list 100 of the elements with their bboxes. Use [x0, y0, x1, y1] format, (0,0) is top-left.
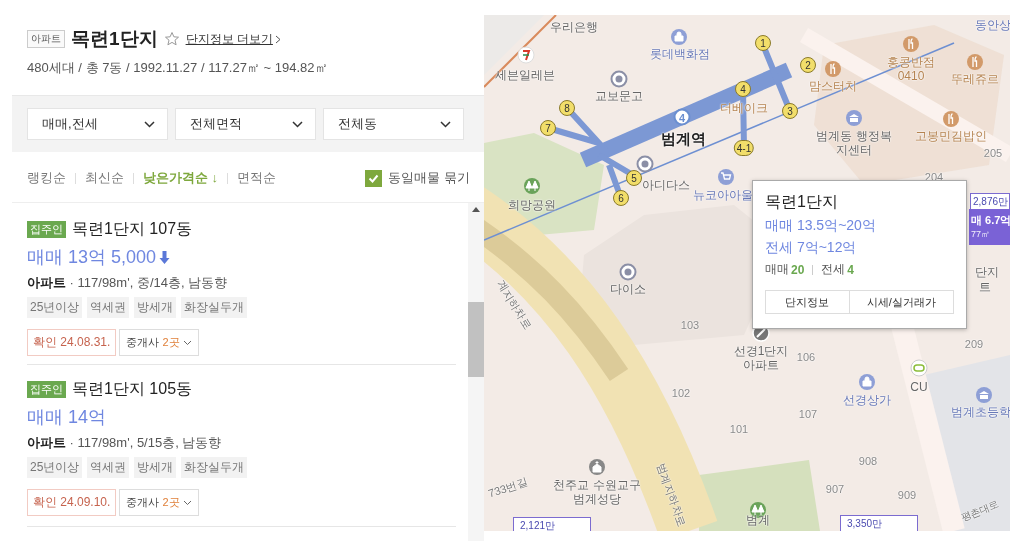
building-icon	[845, 109, 863, 127]
place-label: 동안상	[975, 17, 1010, 33]
building-number: 107	[798, 408, 818, 422]
agents-count: 2곳	[162, 335, 180, 350]
type-badge: 아파트	[27, 30, 65, 48]
agents-label: 중개사	[126, 335, 160, 350]
count-value: 4	[847, 262, 855, 277]
place-label: 단지	[975, 264, 999, 280]
place-label: 다이소	[610, 281, 646, 297]
owner-badge: 집주인	[27, 221, 66, 238]
price-marker[interactable]: 매 6.7억 77㎡	[969, 209, 1010, 245]
scrollbar-thumb[interactable]	[468, 302, 484, 377]
chevron-down-icon	[292, 120, 303, 128]
building-number: 103	[680, 319, 700, 333]
place-label: 범계초등학	[951, 404, 1010, 420]
building-number: 102	[671, 387, 691, 401]
sort-option[interactable]: 랭킹순	[27, 169, 66, 187]
filter-dropdown[interactable]: 매매,전세	[27, 108, 168, 140]
listing-title[interactable]: 목련1단지 107동	[72, 219, 193, 240]
count-value: 20	[791, 262, 805, 277]
church-icon	[588, 458, 606, 476]
filter-dropdown[interactable]: 전체동	[323, 108, 464, 140]
store-icon	[910, 359, 928, 377]
feature-tag: 화장실두개	[181, 297, 248, 318]
store-icon	[517, 46, 535, 64]
place-label: 선경1단지 아파트	[732, 343, 790, 373]
feature-tag: 역세권	[87, 457, 130, 478]
place-pin-icon	[610, 70, 628, 88]
info-link[interactable]: 단지정보 더보기	[185, 30, 281, 48]
down-arrow-icon	[159, 250, 171, 264]
building-number: 101	[729, 423, 749, 437]
chevron-icon	[274, 34, 281, 44]
agents-count: 2곳	[162, 495, 180, 510]
agents-label: 중개사	[126, 495, 160, 510]
building-number: 908	[858, 455, 878, 469]
popup-title: 목련1단지	[765, 192, 839, 212]
place-label: 천주교 수원교구 범계성당	[552, 477, 642, 507]
shopping-bag-icon	[670, 28, 688, 46]
filter-dropdown[interactable]: 전체면적	[175, 108, 316, 140]
place-label: 교보문고	[595, 88, 643, 104]
feature-tag: 방세개	[134, 457, 177, 478]
place-label: 희망공원	[508, 197, 556, 213]
scrollbar[interactable]	[468, 203, 484, 541]
star-icon[interactable]	[163, 31, 180, 47]
feature-tag: 25년이상	[27, 297, 83, 318]
restaurant-icon	[966, 53, 984, 71]
checkbox-label: 동일매물 묶기	[388, 169, 470, 187]
scroll-up-arrow-icon	[472, 207, 480, 212]
caret-icon	[182, 339, 192, 346]
place-label: 트	[979, 279, 991, 295]
restaurant-icon	[942, 110, 960, 128]
chevron-down-icon	[440, 120, 451, 128]
place-label: 아디다스	[642, 177, 690, 193]
sort-option[interactable]: 면적순	[237, 169, 277, 187]
feature-tag: 방세개	[134, 297, 177, 318]
building-number: 205	[983, 147, 1003, 161]
station-name: 범계역	[660, 130, 706, 148]
confirmed-date: 확인 24.09.10.	[27, 489, 117, 516]
popup-price: 전세 7억~12억	[765, 239, 858, 257]
group-checkbox[interactable]	[365, 169, 383, 187]
caret-icon	[182, 499, 192, 506]
cart-icon	[717, 168, 735, 186]
count-label: 전세	[821, 261, 846, 278]
building-icon	[975, 386, 993, 404]
listing-spec: 아파트 · 117/98m', 5/15층, 남동향	[27, 434, 223, 452]
tree-icon	[523, 177, 541, 195]
place-label: 범계	[746, 512, 770, 528]
listing-title[interactable]: 목련1단지 105동	[72, 379, 193, 400]
building-number: 907	[825, 483, 845, 497]
place-label: 뚜레쥬르	[951, 71, 999, 87]
shopping-bag-icon	[858, 373, 876, 391]
building-number: 106	[796, 351, 816, 365]
price-marker[interactable]: 3,350만	[840, 515, 918, 531]
place-pin-icon	[619, 263, 637, 281]
sort-option[interactable]: 최신순	[85, 169, 124, 187]
popup-button[interactable]: 단지정보	[765, 290, 850, 314]
agents-dropdown[interactable]: 중개사 2곳	[119, 489, 199, 516]
agents-dropdown[interactable]: 중개사 2곳	[119, 329, 199, 356]
price-marker[interactable]: 2,121만	[513, 517, 591, 531]
restaurant-icon	[902, 35, 920, 53]
feature-tag: 화장실두개	[181, 457, 248, 478]
confirmed-date: 확인 24.08.31.	[27, 329, 117, 356]
marker-price: 매 6.7억	[971, 214, 1010, 226]
chevron-down-icon	[144, 120, 155, 128]
building-number: 209	[964, 338, 984, 352]
place-label: 우리은행	[550, 19, 598, 35]
marker-area: 77㎡	[971, 228, 1008, 241]
popup-button[interactable]: 시세/실거래가	[849, 290, 954, 314]
place-label: 뉴코아아울	[693, 187, 753, 203]
owner-badge: 집주인	[27, 381, 66, 398]
building-number: 909	[897, 489, 917, 503]
place-label: 선경상가	[843, 392, 891, 408]
place-label: 고봉민김밥인	[915, 128, 987, 144]
building-number: 204	[924, 171, 944, 185]
place-label: 범계동 행정복지센터	[815, 128, 893, 158]
popup-price: 매매 13.5억~20억	[765, 217, 877, 235]
restaurant-icon	[824, 60, 842, 78]
listing-spec: 아파트 · 117/98m', 중/14층, 남동향	[27, 274, 229, 292]
place-label: 롯데백화점	[650, 46, 710, 62]
check-icon	[368, 173, 380, 183]
